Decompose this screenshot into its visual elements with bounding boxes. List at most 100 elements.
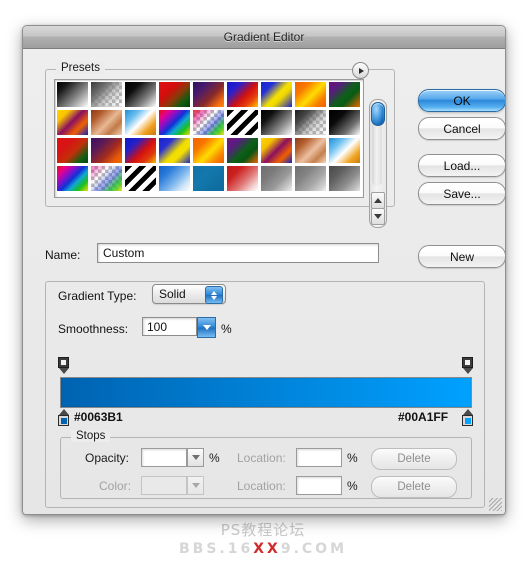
dialog-title: Gradient Editor [223,30,305,44]
watermark-line-2: BBS.16XX9.COM [0,541,526,557]
preset-swatch-black-transparent[interactable] [294,109,327,136]
dialog-titlebar[interactable]: Gradient Editor [23,26,505,49]
preset-swatch-fill [329,138,360,163]
gradient-name-input[interactable]: Custom [97,243,379,263]
preset-swatch-fill [261,138,292,163]
smoothness-input[interactable]: 100 [142,317,197,336]
presets-scrollbar[interactable] [369,99,387,228]
scrollbar-thumb[interactable] [371,102,385,126]
preset-swatch-transparent-rainbow-2[interactable] [90,165,123,192]
load-button[interactable]: Load... [418,154,505,177]
presets-flyout-icon[interactable] [352,62,369,79]
gradient-preview-bar[interactable] [60,377,472,408]
opacity-stop-inner [61,360,66,365]
preset-swatch-steel-blue-solid[interactable] [192,165,225,192]
preset-swatch-fill [159,138,190,163]
opacity-stop-point [58,368,69,374]
preset-swatch-blue-red-2[interactable] [124,137,157,164]
opacity-unit: % [209,451,220,465]
gradient-type-select[interactable]: Solid [152,284,226,304]
preset-swatch-yellow-violet-orange-blue[interactable] [56,109,89,136]
preset-swatch-fill [329,110,360,135]
preset-swatch-black-white-4[interactable] [328,109,361,136]
preset-swatch-fill [295,82,326,107]
smoothness-unit: % [221,322,232,336]
preset-swatch-fill [125,110,156,135]
color-dropdown-button[interactable] [187,476,204,495]
preset-swatch-red-orange-green[interactable] [56,137,89,164]
preset-swatch-violet-red-orange[interactable] [90,137,123,164]
preset-swatch-fill [125,82,156,107]
preset-swatch-copper-2[interactable] [294,137,327,164]
color-location-input[interactable] [296,476,342,495]
preset-swatch-blue-red-yellow[interactable] [226,81,259,108]
preset-swatch-transparent-rainbow[interactable] [192,109,225,136]
stepper-updown-icon[interactable] [205,286,223,304]
preset-swatch-fill [91,82,122,107]
preset-swatch-orange-yellow-orange[interactable] [294,81,327,108]
preset-swatch-fill [91,138,122,163]
preset-swatch-black-white-stripes[interactable] [226,109,259,136]
opacity-location-input[interactable] [296,448,342,467]
preset-swatch-fill [57,166,88,191]
opacity-stop-left[interactable] [58,357,69,374]
preset-swatch-black-white[interactable] [56,81,89,108]
preset-swatch-blue-white-fade[interactable] [158,165,191,192]
opacity-dropdown-button[interactable] [187,448,204,467]
color-stop-right[interactable] [462,409,473,426]
presets-label: Presets [56,62,105,74]
ok-button[interactable]: OK [418,89,505,112]
preset-swatch-fill [91,166,122,191]
cancel-button[interactable]: Cancel [418,117,505,140]
presets-grid [56,81,362,193]
color-swatch-input[interactable] [141,476,187,495]
color-stop-left[interactable] [58,409,69,426]
preset-swatch-blue-white-orange[interactable] [124,109,157,136]
preset-swatch-fill [227,110,258,135]
preset-swatch-violet-orange[interactable] [192,81,225,108]
preset-swatch-violet-green-2[interactable] [226,137,259,164]
opacity-delete-button[interactable]: Delete [371,448,457,470]
preset-swatch-grey-fade-1[interactable] [260,165,293,192]
scrollbar-up-arrow[interactable] [371,192,385,209]
preset-swatch-spectrum[interactable] [158,109,191,136]
presets-well[interactable] [54,79,364,198]
preset-swatch-blue-yellow-2[interactable] [158,137,191,164]
preset-swatch-fill [193,166,224,191]
stops-label: Stops [71,430,111,442]
preset-swatch-black-white-3[interactable] [260,109,293,136]
opacity-input[interactable] [141,448,187,467]
color-stop-marker [462,415,473,426]
presets-group: Presets [45,62,395,228]
preset-swatch-blue-yellow-blue[interactable] [260,81,293,108]
stops-row-color: Color: Location: % Delete [61,476,471,498]
preset-swatch-black-stripes-2[interactable] [124,165,157,192]
color-location-label: Location: [237,479,286,493]
preset-swatch-spectrum-2[interactable] [56,165,89,192]
preset-swatch-foreground-transparent[interactable] [90,81,123,108]
preset-swatch-blue-white-orange-2[interactable] [328,137,361,164]
preset-swatch-copper[interactable] [90,109,123,136]
save-button[interactable]: Save... [418,182,505,205]
opacity-stop-right[interactable] [462,357,473,374]
preset-swatch-fill [295,138,326,163]
opacity-stop-point [462,368,473,374]
new-button[interactable]: New [418,245,505,268]
preset-swatch-red-white-fade[interactable] [226,165,259,192]
resize-grip-icon[interactable] [489,498,502,511]
watermark-text-red: XX [253,541,281,557]
preset-swatch-fill [159,110,190,135]
opacity-stop-inner [465,360,470,365]
gradient-editor-dialog: Gradient Editor Presets OK Cancel Load..… [22,25,506,515]
smoothness-dropdown-button[interactable] [197,317,216,338]
preset-swatch-red-green[interactable] [158,81,191,108]
preset-swatch-orange-yellow-2[interactable] [192,137,225,164]
scrollbar-down-arrow[interactable] [371,208,385,225]
color-delete-button[interactable]: Delete [371,476,457,498]
preset-swatch-grey-fade-2[interactable] [294,165,327,192]
preset-swatch-grey-fade-3[interactable] [328,165,361,192]
preset-swatch-black-white-2[interactable] [124,81,157,108]
preset-swatch-yellow-violet-2[interactable] [260,137,293,164]
preset-swatch-fill [159,166,190,191]
preset-swatch-violet-green-orange[interactable] [328,81,361,108]
